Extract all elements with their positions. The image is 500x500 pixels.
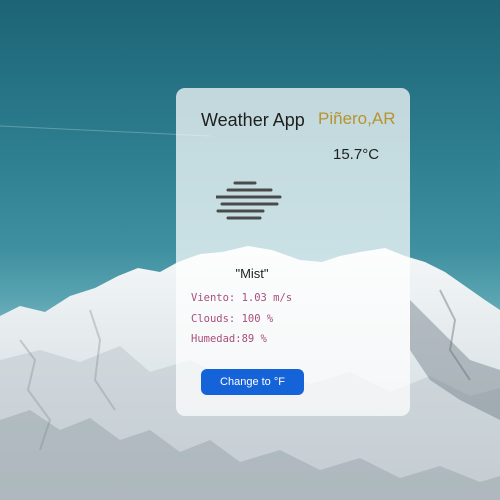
temperature-label: 15.7°C — [333, 146, 380, 163]
humidity-stat: Humedad:89 % — [191, 333, 267, 345]
weather-card: Weather App Piñero,AR 15.7°C "Mist" Vien… — [176, 88, 410, 416]
wind-stat: Viento: 1.03 m/s — [191, 292, 293, 304]
clouds-stat: Clouds: 100 % — [191, 313, 274, 325]
location-label: Piñero,AR — [318, 109, 396, 128]
change-unit-button[interactable]: Change to °F — [201, 369, 304, 395]
app-title: Weather App — [201, 110, 305, 130]
weather-description: "Mist" — [235, 266, 269, 281]
mist-icon — [216, 181, 282, 220]
